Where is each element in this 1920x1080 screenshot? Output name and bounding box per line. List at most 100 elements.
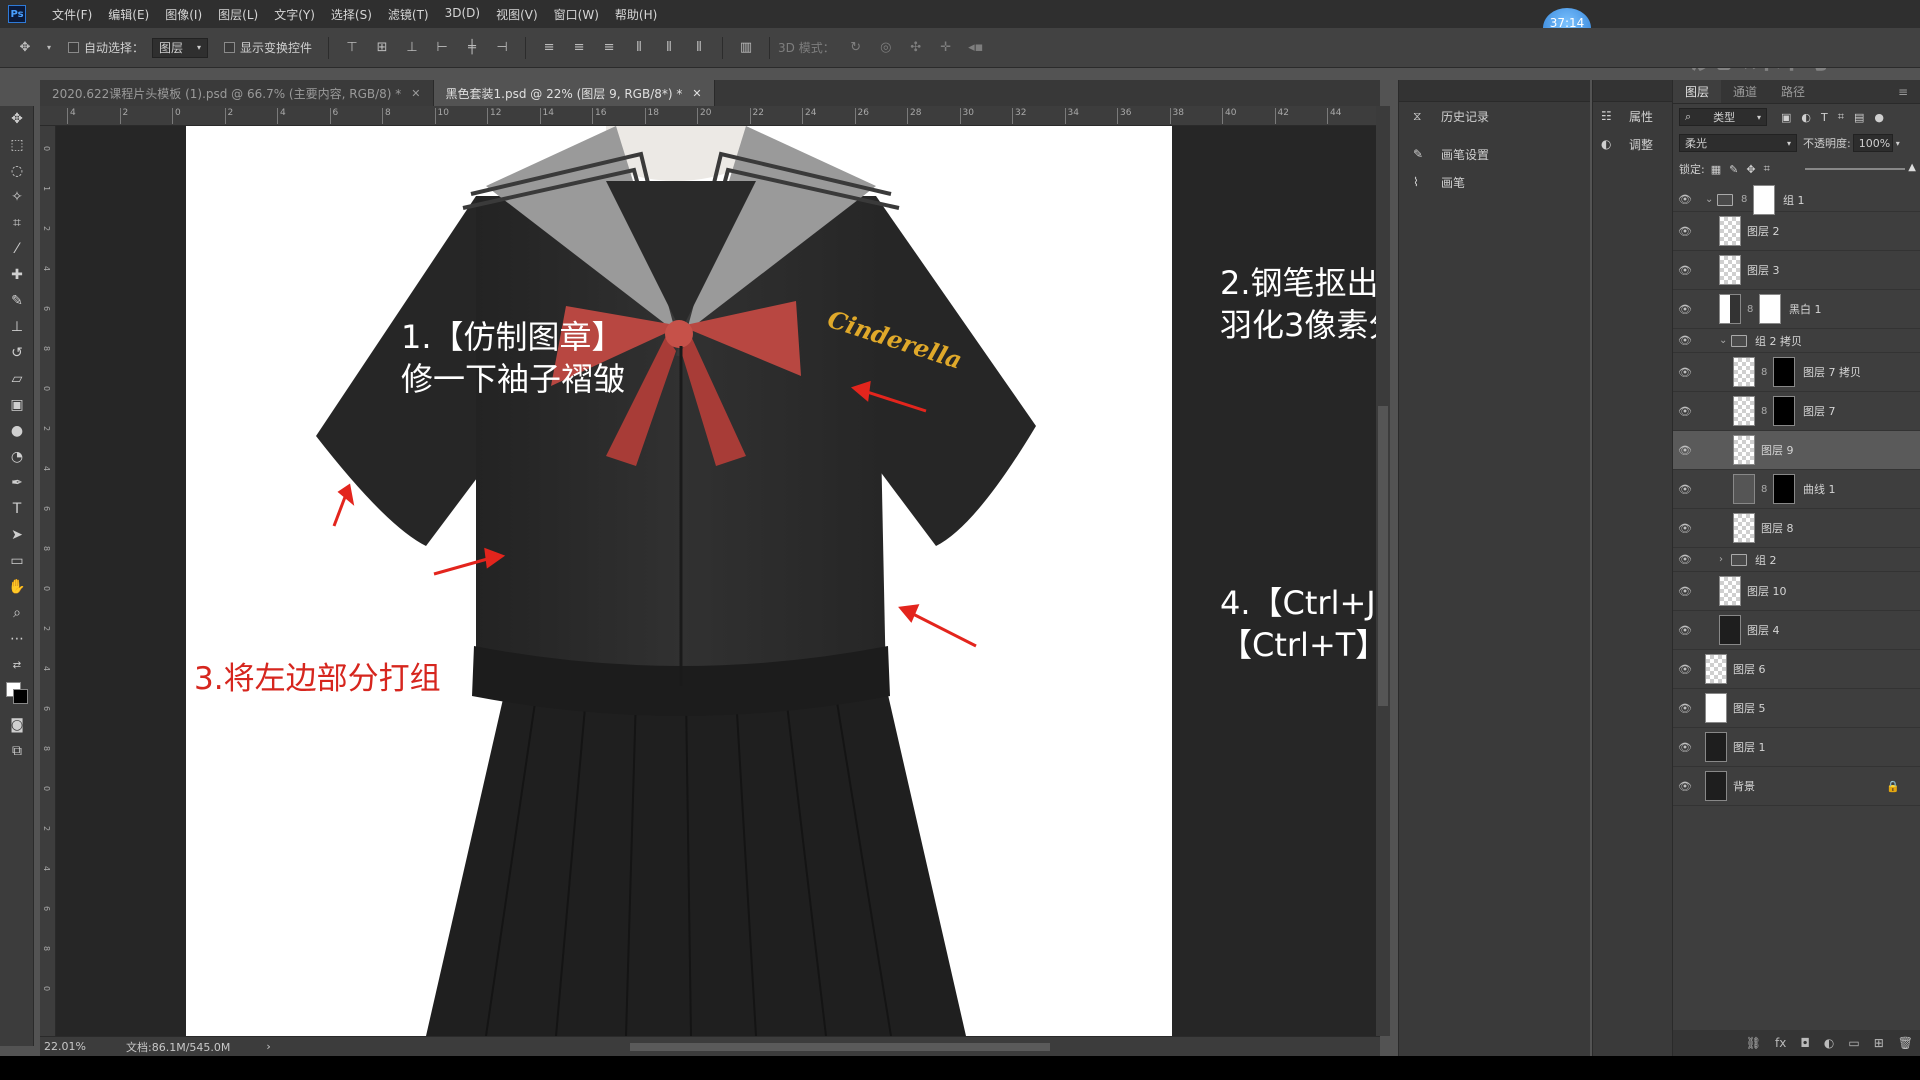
layer-filter-dropdown[interactable]: ⌕ 类型 ▾ xyxy=(1679,108,1767,126)
layer-mask-thumbnail[interactable] xyxy=(1773,357,1795,387)
dock-brush-settings-button[interactable]: ✎ 画笔设置 xyxy=(1399,140,1590,168)
close-icon[interactable]: ✕ xyxy=(411,87,420,100)
link-chain-icon[interactable]: 8 xyxy=(1761,484,1771,495)
layer-row[interactable]: 👁 8 黑白 1 xyxy=(1673,290,1920,329)
visibility-eye-icon[interactable]: 👁 xyxy=(1673,624,1697,637)
layer-row[interactable]: 👁 图层 8 xyxy=(1673,509,1920,548)
filter-smart-icon[interactable]: ▤ xyxy=(1854,111,1864,124)
menu-item-6[interactable]: 滤镜(T) xyxy=(380,6,437,23)
visibility-eye-icon[interactable]: 👁 xyxy=(1673,444,1697,457)
blend-mode-dropdown[interactable]: 柔光 ▾ xyxy=(1679,134,1797,152)
opacity-field[interactable]: 100% xyxy=(1852,134,1893,152)
visibility-eye-icon[interactable]: 👁 xyxy=(1673,702,1697,715)
layer-row[interactable]: 👁 图层 9 xyxy=(1673,431,1920,470)
3d-rotate-icon[interactable]: ↻ xyxy=(845,40,867,56)
layer-row[interactable]: 👁 8 图层 7 拷贝 xyxy=(1673,353,1920,392)
link-chain-icon[interactable]: 8 xyxy=(1761,406,1771,417)
menu-item-0[interactable]: 文件(F) xyxy=(44,6,100,23)
layer-mask-thumbnail[interactable] xyxy=(1759,294,1781,324)
layer-row[interactable]: 👁 8 曲线 1 xyxy=(1673,470,1920,509)
tab-paths[interactable]: 路径 xyxy=(1769,80,1817,103)
menu-item-3[interactable]: 图层(L) xyxy=(210,6,266,23)
layer-thumbnail[interactable] xyxy=(1733,474,1755,504)
layer-thumbnail[interactable] xyxy=(1719,255,1741,285)
opacity-slider[interactable] xyxy=(1805,168,1905,170)
quick-mask-icon[interactable]: ◙ xyxy=(0,712,34,738)
layer-thumbnail[interactable] xyxy=(1705,693,1727,723)
menu-item-7[interactable]: 3D(D) xyxy=(437,6,488,23)
zoom-tool-icon[interactable]: ⌕ xyxy=(0,600,34,626)
layer-mask-thumbnail[interactable] xyxy=(1773,474,1795,504)
dodge-tool-icon[interactable]: ◔ xyxy=(0,444,34,470)
3d-scale-icon[interactable]: ◂▪ xyxy=(965,40,987,56)
trash-icon[interactable]: 🗑 xyxy=(1898,1036,1913,1050)
lasso-tool-icon[interactable]: ◌ xyxy=(0,158,34,184)
scrollbar-thumb[interactable] xyxy=(1378,406,1388,706)
layer-thumbnail[interactable] xyxy=(1719,615,1741,645)
layer-row[interactable]: 👁 › 组 2 xyxy=(1673,548,1920,572)
layer-row[interactable]: 👁 图层 3 xyxy=(1673,251,1920,290)
new-group-icon[interactable]: ▭ xyxy=(1848,1036,1859,1050)
lock-icon[interactable]: 🔒 xyxy=(1886,780,1900,793)
menu-item-5[interactable]: 选择(S) xyxy=(323,6,380,23)
slider-handle-icon[interactable]: ▲ xyxy=(1908,162,1916,173)
layer-row[interactable]: 👁 图层 6 xyxy=(1673,650,1920,689)
layer-row[interactable]: 👁 图层 1 xyxy=(1673,728,1920,767)
visibility-eye-icon[interactable]: 👁 xyxy=(1673,553,1697,566)
lock-position-icon[interactable]: ✥ xyxy=(1746,163,1755,176)
canvas-area[interactable]: Cinderella 1.【仿制图章】 修一下袖子褶皱 2.钢笔抠出右边衣服口袋… xyxy=(56,126,1376,1036)
dock-history-button[interactable]: ⧖ 历史记录 xyxy=(1399,102,1590,130)
auto-align-icon[interactable]: ▥ xyxy=(735,40,757,56)
visibility-eye-icon[interactable]: 👁 xyxy=(1673,366,1697,379)
filter-type-icon[interactable]: T xyxy=(1821,111,1828,124)
menu-item-1[interactable]: 编辑(E) xyxy=(100,6,157,23)
layer-row[interactable]: 👁 图层 10 xyxy=(1673,572,1920,611)
layer-thumbnail[interactable] xyxy=(1705,732,1727,762)
magic-wand-tool-icon[interactable]: ✧ xyxy=(0,184,34,210)
fx-icon[interactable]: fx xyxy=(1775,1036,1786,1050)
filter-shape-icon[interactable]: ⌗ xyxy=(1838,110,1844,124)
menu-item-4[interactable]: 文字(Y) xyxy=(266,6,323,23)
align-top-icon[interactable]: ⊤ xyxy=(341,40,363,56)
layer-mask-thumbnail[interactable] xyxy=(1773,396,1795,426)
visibility-eye-icon[interactable]: 👁 xyxy=(1673,334,1697,347)
expand-caret-icon[interactable]: ⌄ xyxy=(1705,194,1717,205)
visibility-eye-icon[interactable]: 👁 xyxy=(1673,663,1697,676)
distribute-bottom-icon[interactable]: ≡ xyxy=(598,40,620,56)
3d-roll-icon[interactable]: ◎ xyxy=(875,40,897,56)
distribute-left-icon[interactable]: ⦀ xyxy=(628,40,650,56)
tab-channels[interactable]: 通道 xyxy=(1721,80,1769,103)
layer-row[interactable]: 👁 图层 2 xyxy=(1673,212,1920,251)
healing-brush-tool-icon[interactable]: ✚ xyxy=(0,262,34,288)
gradient-tool-icon[interactable]: ▣ xyxy=(0,392,34,418)
expand-caret-icon[interactable]: › xyxy=(1719,554,1731,565)
pen-tool-icon[interactable]: ✒ xyxy=(0,470,34,496)
align-vcenter-icon[interactable]: ⊞ xyxy=(371,40,393,56)
menu-item-8[interactable]: 视图(V) xyxy=(488,6,546,23)
align-bottom-icon[interactable]: ⊥ xyxy=(401,40,423,56)
layer-row[interactable]: 👁 ⌄ 组 2 拷贝 xyxy=(1673,329,1920,353)
align-hcenter-icon[interactable]: ╪ xyxy=(461,40,483,56)
distribute-hcenter-icon[interactable]: ⦀ xyxy=(658,40,680,56)
move-tool-icon[interactable]: ✥ xyxy=(14,40,36,56)
add-mask-icon[interactable]: ◘ xyxy=(1800,1036,1810,1050)
3d-slide-icon[interactable]: ✛ xyxy=(935,40,957,56)
layer-thumbnail[interactable] xyxy=(1733,513,1755,543)
tab-document-1[interactable]: 2020.622课程片头模板 (1).psd @ 66.7% (主要内容, RG… xyxy=(40,80,434,106)
brush-tool-icon[interactable]: ✎ xyxy=(0,288,34,314)
type-tool-icon[interactable]: T xyxy=(0,496,34,522)
eraser-tool-icon[interactable]: ▱ xyxy=(0,366,34,392)
history-brush-tool-icon[interactable]: ↺ xyxy=(0,340,34,366)
color-swatches[interactable] xyxy=(0,678,34,712)
chevron-down-icon[interactable]: ▾ xyxy=(44,40,54,56)
visibility-eye-icon[interactable]: 👁 xyxy=(1673,585,1697,598)
visibility-eye-icon[interactable]: 👁 xyxy=(1673,405,1697,418)
layer-thumbnail[interactable] xyxy=(1733,435,1755,465)
chevron-right-icon[interactable]: › xyxy=(266,1040,270,1053)
link-chain-icon[interactable]: 8 xyxy=(1747,304,1757,315)
ruler-vertical[interactable]: 0 1 2 4 6 8 0 2 4 6 8 0 2 4 6 8 0 2 4 6 8 0 xyxy=(40,126,56,1036)
filter-pixel-icon[interactable]: ▣ xyxy=(1781,111,1791,124)
filter-toggle-icon[interactable]: ● xyxy=(1874,111,1884,124)
close-icon[interactable]: ✕ xyxy=(692,87,701,100)
blur-tool-icon[interactable]: ● xyxy=(0,418,34,444)
